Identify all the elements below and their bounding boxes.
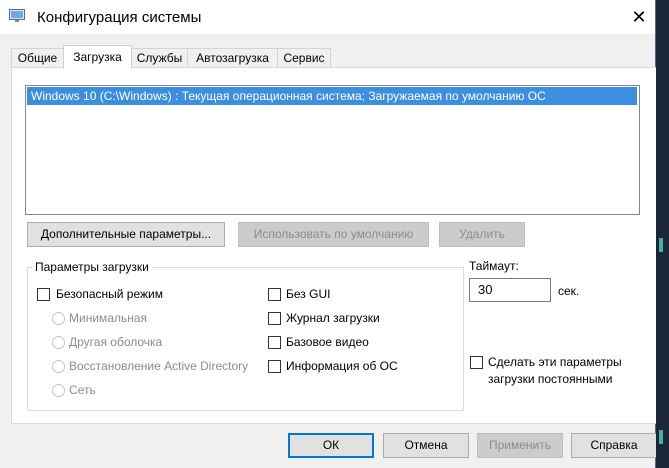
os-list-item[interactable]: Windows 10 (C:\Windows) : Текущая операц…	[27, 87, 637, 105]
timeout-unit-label: сек.	[558, 284, 580, 298]
apply-button[interactable]: Применить	[477, 433, 563, 458]
help-button[interactable]: Справка	[571, 433, 657, 458]
base-video-checkbox[interactable]	[268, 336, 281, 349]
window-title: Конфигурация системы	[37, 9, 202, 26]
os-info-checkbox[interactable]	[268, 360, 281, 373]
tab-boot[interactable]: Загрузка	[63, 45, 132, 69]
advanced-options-button[interactable]: Дополнительные параметры...	[27, 222, 225, 247]
os-list[interactable]: Windows 10 (C:\Windows) : Текущая операц…	[25, 85, 640, 215]
network-label[interactable]: Сеть	[69, 383, 96, 397]
minimal-radio[interactable]	[52, 312, 65, 325]
system-configuration-window: Конфигурация системы ✕ Общие Загрузка Сл…	[0, 0, 657, 468]
desktop-background-strip	[656, 0, 669, 468]
title-bar[interactable]: Конфигурация системы ✕	[0, 0, 655, 34]
ok-button[interactable]: ОК	[288, 433, 374, 458]
make-permanent-label-line2[interactable]: загрузки постоянными	[488, 372, 612, 386]
timeout-label: Таймаут:	[469, 259, 519, 273]
tab-startup[interactable]: Автозагрузка	[187, 48, 278, 68]
close-icon[interactable]: ✕	[625, 3, 653, 31]
boot-log-label[interactable]: Журнал загрузки	[286, 311, 380, 325]
boot-log-checkbox[interactable]	[268, 312, 281, 325]
network-radio[interactable]	[52, 384, 65, 397]
ad-repair-radio[interactable]	[52, 360, 65, 373]
tab-general[interactable]: Общие	[11, 48, 64, 68]
make-permanent-checkbox[interactable]	[470, 356, 483, 369]
minimal-label[interactable]: Минимальная	[69, 311, 147, 325]
set-default-button[interactable]: Использовать по умолчанию	[238, 222, 429, 247]
tab-tools[interactable]: Сервис	[277, 48, 331, 68]
cancel-button[interactable]: Отмена	[383, 433, 469, 458]
safe-boot-checkbox[interactable]	[37, 288, 50, 301]
msconfig-app-icon	[9, 9, 25, 23]
ad-repair-label[interactable]: Восстановление Active Directory	[69, 359, 248, 373]
safe-boot-label[interactable]: Безопасный режим	[56, 287, 163, 301]
alternate-shell-radio[interactable]	[52, 336, 65, 349]
base-video-label[interactable]: Базовое видео	[286, 335, 369, 349]
no-gui-label[interactable]: Без GUI	[286, 287, 330, 301]
no-gui-checkbox[interactable]	[268, 288, 281, 301]
os-info-label[interactable]: Информация об ОС	[286, 359, 398, 373]
delete-button[interactable]: Удалить	[439, 222, 525, 247]
alternate-shell-label[interactable]: Другая оболочка	[69, 335, 162, 349]
make-permanent-label-line1[interactable]: Сделать эти параметры	[488, 355, 622, 369]
boot-options-label: Параметры загрузки	[32, 260, 152, 274]
timeout-input[interactable]: 30	[469, 278, 551, 302]
tab-services[interactable]: Службы	[131, 48, 188, 68]
